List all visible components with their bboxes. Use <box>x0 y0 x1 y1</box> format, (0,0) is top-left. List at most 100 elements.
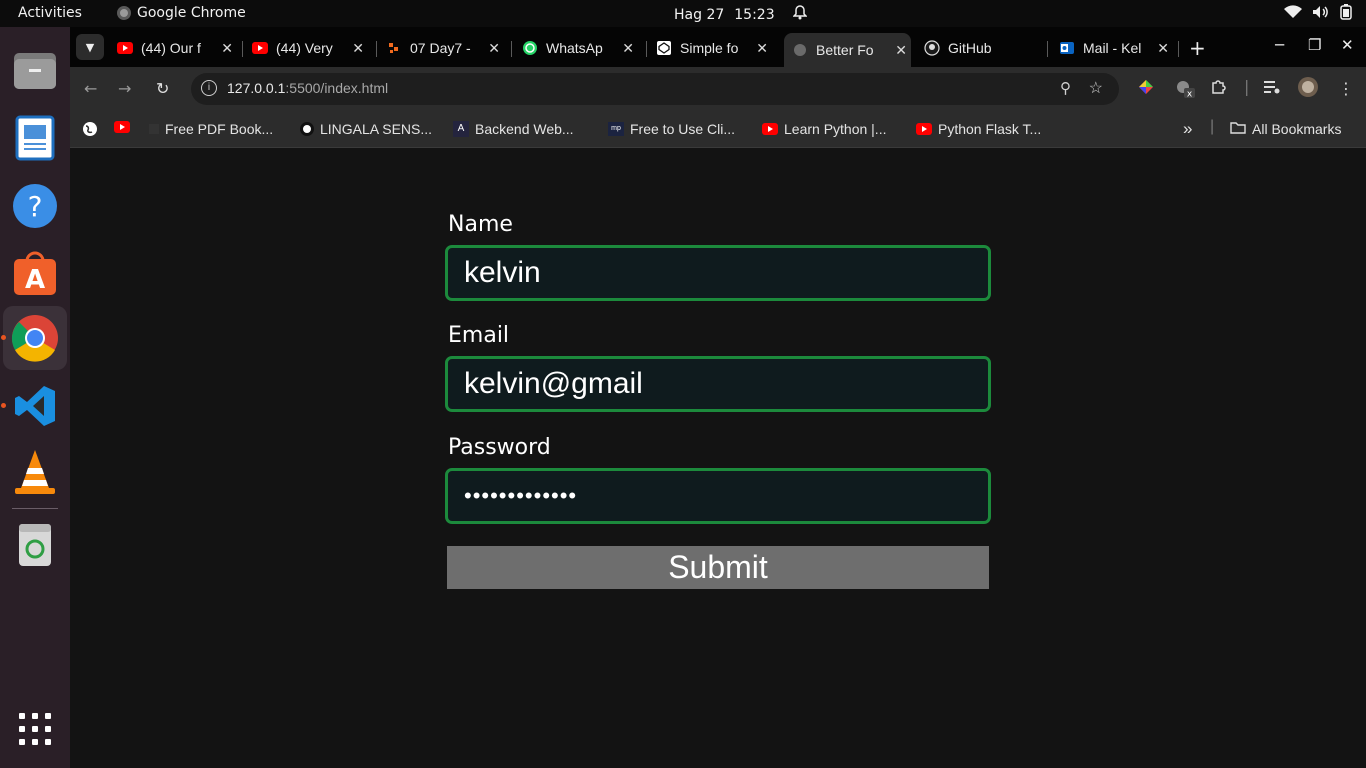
close-icon[interactable]: ✕ <box>221 40 233 57</box>
app-center-icon[interactable]: A <box>3 242 67 306</box>
site-info-icon[interactable]: i <box>201 80 217 96</box>
date-label: Hag 27 <box>674 6 725 23</box>
github-icon <box>924 40 940 56</box>
youtube-icon <box>117 40 133 56</box>
minimize-icon[interactable]: ─ <box>1275 36 1284 54</box>
name-label: Name <box>448 212 513 237</box>
bookmarks-divider: | <box>1210 118 1215 135</box>
system-top-bar: Activities Google Chrome Hag 27 15:23 <box>0 0 1366 27</box>
close-icon[interactable]: ✕ <box>1157 40 1169 57</box>
all-bookmarks-label: All Bookmarks <box>1252 121 1342 137</box>
svg-text:A: A <box>25 265 45 295</box>
tab-1[interactable]: (44) Our f ✕ <box>117 33 237 63</box>
password-input[interactable] <box>445 468 991 524</box>
codepen-icon <box>656 40 672 56</box>
close-icon[interactable]: ✕ <box>756 40 768 57</box>
bookmarks-bar: Free PDF Book... LINGALA SENS... A Backe… <box>70 112 1366 148</box>
url-host: 127.0.0.1 <box>227 80 286 96</box>
tab-6-active[interactable]: Better Fo ✕ <box>784 33 911 67</box>
youtube-icon <box>114 121 130 133</box>
tab-search-button[interactable]: ▼ <box>76 34 104 60</box>
color-extension-icon[interactable] <box>1138 79 1154 99</box>
forward-arrow-icon[interactable]: → <box>118 79 131 98</box>
day7-icon <box>386 40 402 56</box>
close-icon[interactable]: ✕ <box>488 40 500 57</box>
globe-bookmark-icon[interactable] <box>82 121 98 137</box>
writer-icon[interactable] <box>3 106 67 170</box>
dock: ? A <box>0 27 70 768</box>
bookmark-backend-web[interactable]: A Backend Web... <box>453 121 574 137</box>
vscode-icon[interactable] <box>3 374 67 438</box>
help-icon[interactable]: ? <box>3 174 67 238</box>
password-key-icon[interactable]: ⚲ <box>1060 79 1071 97</box>
email-input[interactable] <box>445 356 991 412</box>
app-name-label: Google Chrome <box>137 5 246 21</box>
activities-button[interactable]: Activities <box>18 5 82 21</box>
tab-8[interactable]: Mail - Kel ✕ <box>1059 33 1173 63</box>
all-bookmarks-button[interactable]: All Bookmarks <box>1230 121 1341 137</box>
window-close-icon[interactable]: ✕ <box>1341 36 1354 54</box>
close-icon[interactable]: ✕ <box>352 40 364 57</box>
reload-icon[interactable]: ↻ <box>156 79 169 98</box>
media-controls-icon[interactable] <box>1264 79 1280 98</box>
bookmark-label: Free to Use Cli... <box>630 121 736 137</box>
lingala-site-icon <box>300 122 314 136</box>
chrome-window: ▼ (44) Our f ✕ (44) Very ✕ 07 Day7 - ✕ W… <box>70 27 1366 768</box>
vlc-icon[interactable] <box>3 440 67 504</box>
tab-title: Better Fo <box>816 42 874 58</box>
email-label: Email <box>448 323 510 348</box>
wifi-icon <box>1284 5 1302 23</box>
name-input[interactable] <box>445 245 991 301</box>
chevron-down-icon: ▼ <box>85 40 95 54</box>
youtube-icon <box>252 40 268 56</box>
submit-button[interactable]: Submit <box>447 546 989 589</box>
system-tray[interactable] <box>1284 4 1352 24</box>
profile-avatar[interactable] <box>1297 76 1319 102</box>
tab-3[interactable]: 07 Day7 - ✕ <box>386 33 504 63</box>
extension-x-icon[interactable]: x <box>1174 79 1196 103</box>
extensions-puzzle-icon[interactable] <box>1210 79 1226 99</box>
new-tab-button[interactable]: + <box>1189 36 1206 60</box>
youtube-bookmark[interactable] <box>114 121 130 133</box>
tab-4[interactable]: WhatsAp ✕ <box>522 33 638 63</box>
tab-separator <box>1047 41 1048 57</box>
tab-strip: ▼ (44) Our f ✕ (44) Very ✕ 07 Day7 - ✕ W… <box>70 27 1366 67</box>
chrome-icon[interactable] <box>3 306 67 370</box>
address-bar[interactable]: i 127.0.0.1:5500/index.html ⚲ ☆ <box>191 73 1119 105</box>
volume-icon <box>1312 5 1330 23</box>
bookmark-python-flask[interactable]: Python Flask T... <box>916 121 1041 137</box>
restore-icon[interactable]: ❐ <box>1308 36 1321 54</box>
close-icon[interactable]: ✕ <box>895 42 907 59</box>
youtube-icon <box>916 123 932 135</box>
outlook-icon <box>1059 40 1075 56</box>
chrome-menu-icon[interactable]: ⋮ <box>1338 79 1354 98</box>
tab-title: WhatsAp <box>546 40 603 56</box>
more-bookmarks-chevron-icon[interactable]: » <box>1183 119 1192 139</box>
url-text[interactable]: 127.0.0.1:5500/index.html <box>227 80 388 96</box>
tab-7[interactable]: GitHub <box>924 33 1042 63</box>
bookmark-star-icon[interactable]: ☆ <box>1089 78 1103 98</box>
time-label: 15:23 <box>734 6 775 23</box>
backend-site-icon: A <box>453 121 469 137</box>
bookmark-free-pdf[interactable]: Free PDF Book... <box>149 121 273 137</box>
running-indicator <box>1 335 6 340</box>
password-label: Password <box>448 435 551 460</box>
tab-2[interactable]: (44) Very ✕ <box>252 33 368 63</box>
app-menu[interactable]: Google Chrome <box>117 5 246 21</box>
bookmark-label: Learn Python |... <box>784 121 887 137</box>
trash-icon[interactable] <box>3 513 67 577</box>
back-arrow-icon[interactable]: ← <box>84 79 97 98</box>
folder-icon <box>1230 121 1246 137</box>
whatsapp-icon <box>522 40 538 56</box>
tab-5[interactable]: Simple fo ✕ <box>656 33 772 63</box>
files-icon[interactable] <box>3 38 67 102</box>
bookmark-learn-python[interactable]: Learn Python |... <box>762 121 886 137</box>
bookmark-lingala[interactable]: LINGALA SENS... <box>300 121 432 137</box>
bookmark-label: Free PDF Book... <box>165 121 274 137</box>
app-grid-icon[interactable] <box>3 697 67 761</box>
dock-separator <box>12 508 58 509</box>
close-icon[interactable]: ✕ <box>622 40 634 57</box>
tab-separator <box>646 41 647 57</box>
bookmark-free-to-use[interactable]: mp Free to Use Cli... <box>608 121 735 137</box>
clock[interactable]: Hag 27 15:23 <box>674 5 808 24</box>
